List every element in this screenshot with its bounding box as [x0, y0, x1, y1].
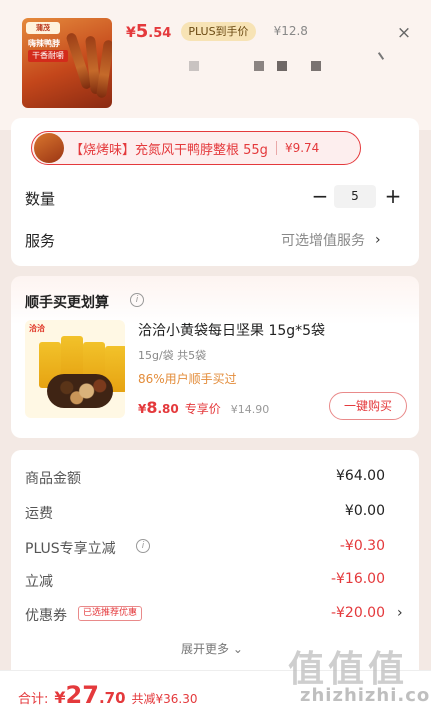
addon-price: ¥ 8 .80	[138, 398, 179, 417]
addon-buyers-rate: 86%用户顺手买过	[138, 372, 237, 386]
one-click-buy-button[interactable]: 一键购买	[329, 392, 407, 420]
info-icon[interactable]: i	[136, 539, 150, 553]
exclusive-price-label: 专享价	[184, 402, 221, 416]
addon-price-row: ¥ 8 .80 专享价 ¥14.90	[138, 398, 269, 417]
blurred-pixel	[311, 61, 321, 71]
watermark-text: zhizhizhi.com	[300, 685, 431, 706]
original-price: ¥12.8	[273, 24, 308, 38]
addon-product-name[interactable]: 洽洽小黄袋每日坚果 15g*5袋	[138, 320, 325, 340]
plus-discount-label: PLUS专享立减	[25, 541, 116, 557]
plus-price-tag: PLUS到手价	[181, 21, 256, 41]
addon-original-price: ¥14.90	[230, 403, 270, 416]
brand-logo: 洽洽	[29, 324, 45, 333]
thumbnail-brand: 蒲茂	[26, 22, 60, 34]
addon-price-integer: 8	[146, 398, 158, 417]
spec-label: 【烧烤味】充氮风干鸭脖整根 55g	[70, 142, 268, 158]
price-summary-card: 商品金额 ¥64.00 运费 ¥0.00 PLUS专享立减 i -¥0.30 立…	[11, 450, 419, 670]
chevron-right-icon: ›	[375, 232, 381, 248]
total-label: 合计:	[18, 692, 49, 707]
instant-discount-value: -¥16.00	[330, 571, 385, 587]
addon-deal-card: 顺手买更划算 i 洽洽 洽洽小黄袋每日坚果 15g*5袋 15g/袋 共5袋 8…	[11, 276, 419, 438]
spec-thumbnail	[34, 133, 64, 163]
thumbnail-title: 嗨辣鸭脖	[28, 39, 60, 48]
value-added-service-option[interactable]: 可选增值服务 ›	[281, 230, 381, 250]
price-yen: ¥	[126, 24, 136, 41]
quantity-decrease-button[interactable]: −	[310, 185, 330, 207]
coupon-value[interactable]: -¥20.00	[331, 605, 385, 621]
addon-section-title: 顺手买更划算	[25, 295, 109, 311]
total-saved: 共减¥36.30	[131, 692, 198, 706]
total-integer: 27	[65, 681, 99, 709]
total-yen: ¥	[54, 688, 66, 707]
addon-price-yen: ¥	[138, 402, 147, 416]
quantity-input[interactable]: 5	[334, 185, 376, 208]
price-row: ¥ 5 .54 PLUS到手价 ¥12.8	[126, 20, 308, 42]
quantity-label: 数量	[25, 190, 56, 208]
quantity-increase-button[interactable]: +	[382, 184, 404, 208]
shipping-label: 运费	[25, 506, 53, 522]
plus-price: ¥ 5 .54	[126, 21, 171, 42]
service-option-text: 可选增值服务	[281, 233, 365, 249]
coupon-label: 优惠券	[25, 608, 67, 624]
addon-product-image[interactable]: 洽洽	[25, 320, 125, 418]
product-header: 蒲茂 嗨辣鸭脖 干香耐嚼 ¥ 5 .54 PLUS到手价 ¥12.8 ×	[0, 0, 431, 122]
thumbnail-subtitle: 干香耐嚼	[28, 50, 68, 62]
close-button[interactable]: ×	[395, 24, 413, 42]
spec-price: ¥9.74	[284, 141, 320, 155]
chevron-right-icon[interactable]: ›	[397, 605, 403, 621]
mixed-nuts-graphic	[47, 374, 113, 408]
product-thumbnail: 蒲茂 嗨辣鸭脖 干香耐嚼	[22, 18, 112, 108]
info-icon[interactable]: i	[130, 293, 144, 307]
shipping-value: ¥0.00	[344, 503, 385, 519]
addon-price-decimal: .80	[157, 402, 179, 416]
addon-product-spec: 15g/袋 共5袋	[138, 349, 207, 362]
blurred-pixel	[189, 61, 199, 71]
instant-discount-label: 立减	[25, 574, 53, 590]
goods-amount-value: ¥64.00	[336, 468, 385, 484]
expand-more-button[interactable]: 展开更多 ⌄	[181, 640, 243, 657]
total-price: ¥ 27 .70	[54, 681, 125, 709]
goods-amount-label: 商品金额	[25, 471, 81, 487]
selected-spec-pill[interactable]: 【烧烤味】充氮风干鸭脖整根 55g ¥9.74	[31, 131, 361, 165]
total-row: 合计: ¥ 27 .70 共减¥36.30	[18, 681, 198, 709]
plus-discount-value: -¥0.30	[339, 538, 385, 554]
coupon-recommended-tag: 已选推荐优惠	[78, 606, 143, 621]
service-label: 服务	[25, 232, 56, 250]
blurred-pixel	[254, 61, 264, 71]
options-card: 【烧烤味】充氮风干鸭脖整根 55g ¥9.74 数量 − 5 + 服务 可选增值…	[11, 118, 419, 266]
total-decimal: .70	[98, 689, 126, 707]
blurred-pixel	[277, 61, 287, 71]
price-decimal: .54	[148, 25, 172, 41]
price-integer: 5	[135, 20, 149, 42]
spec-divider	[275, 141, 277, 155]
blurred-mark	[377, 52, 385, 60]
